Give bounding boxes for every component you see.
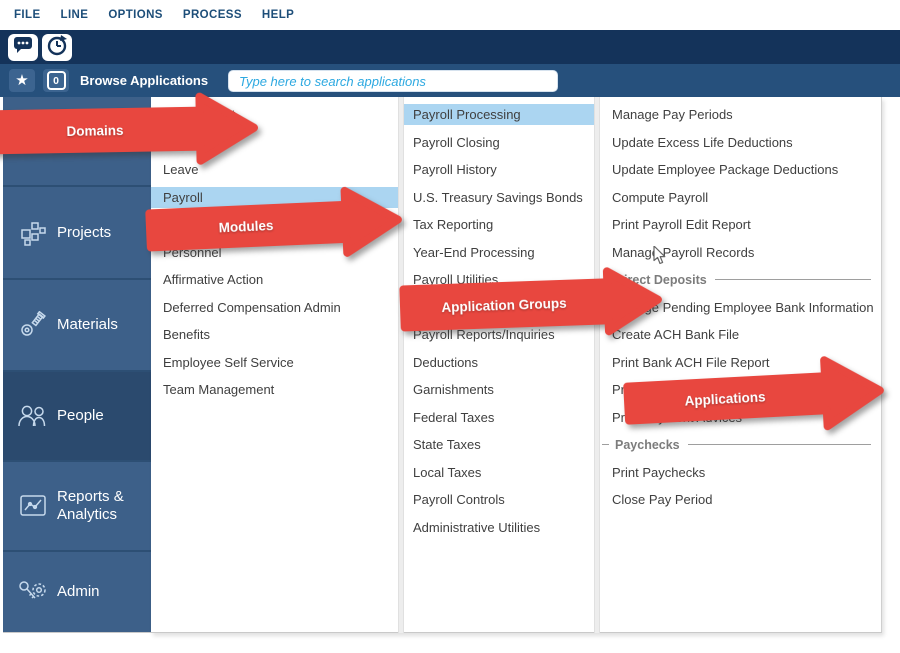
app-group-item[interactable]: Tax Reporting — [404, 211, 594, 239]
menu-process[interactable]: PROCESS — [183, 9, 242, 21]
separator-label: Paychecks — [615, 438, 680, 452]
module-item[interactable]: Deferred Compensation Admin — [151, 294, 398, 322]
app-window: FILE LINE OPTIONS PROCESS HELP — [0, 0, 900, 653]
menu-help[interactable]: HELP — [262, 9, 294, 21]
reports-chart-icon — [15, 488, 51, 524]
menu-line[interactable]: LINE — [61, 9, 89, 21]
sidebar-item-projects[interactable]: Projects — [3, 187, 151, 280]
module-item[interactable]: Employee Self Service — [151, 349, 398, 377]
recent-activity-button[interactable] — [42, 34, 72, 61]
arrow-label: Application Groups — [399, 278, 608, 331]
app-group-item[interactable]: Payroll Controls — [404, 486, 594, 514]
application-item[interactable]: Print Payroll Edit Report — [600, 211, 881, 239]
admin-key-gear-icon — [15, 574, 51, 610]
sidebar-item-label: Reports & Analytics — [57, 488, 149, 524]
application-item[interactable]: Update Excess Life Deductions — [600, 129, 881, 157]
messages-icon — [11, 33, 35, 62]
recent-count-button[interactable]: 0 — [43, 69, 69, 92]
application-item[interactable]: Update Employee Package Deductions — [600, 156, 881, 184]
materials-icon — [15, 307, 51, 343]
app-group-item[interactable]: Payroll History — [404, 156, 594, 184]
domains-annotation-arrow: Domains — [0, 92, 259, 169]
menubar: FILE LINE OPTIONS PROCESS HELP — [0, 0, 900, 30]
favorites-button[interactable]: ★ — [9, 69, 35, 92]
modules-panel: Employment Leave Payroll Personnel Affir… — [151, 97, 398, 633]
module-item[interactable]: Team Management — [151, 376, 398, 404]
separator-line — [715, 279, 871, 280]
sidebar-item-label: Projects — [57, 224, 111, 242]
separator-dash — [602, 444, 609, 445]
application-groups-panel: Payroll Processing Payroll Closing Payro… — [404, 97, 594, 633]
sidebar-item-reports-analytics[interactable]: Reports & Analytics — [3, 462, 151, 552]
app-group-item[interactable]: Garnishments — [404, 376, 594, 404]
sidebar-item-materials[interactable]: Materials — [3, 280, 151, 372]
separator-line — [688, 444, 871, 445]
browse-toolbar: ★ 0 Browse Applications — [0, 64, 900, 97]
modules-annotation-arrow: Modules — [145, 184, 404, 265]
sidebar-item-admin[interactable]: Admin — [3, 552, 151, 631]
menu-file[interactable]: FILE — [14, 9, 41, 21]
projects-icon — [15, 215, 51, 251]
recent-activity-clock-icon — [45, 33, 69, 62]
arrow-label: Modules — [145, 201, 347, 252]
app-group-item[interactable]: Deductions — [404, 349, 594, 377]
menu-options[interactable]: OPTIONS — [108, 9, 163, 21]
application-search-input[interactable] — [228, 70, 558, 92]
people-icon — [15, 398, 51, 434]
sidebar-item-people[interactable]: People — [3, 372, 151, 462]
mouse-cursor-icon — [653, 246, 667, 271]
sidebar-item-label: People — [57, 407, 104, 425]
recent-count-badge: 0 — [47, 71, 66, 90]
arrow-label: Domains — [0, 107, 200, 155]
app-group-item[interactable]: Year-End Processing — [404, 239, 594, 267]
application-item[interactable]: Manage Pay Periods — [600, 101, 881, 129]
star-icon: ★ — [15, 73, 28, 88]
application-item[interactable]: Print Paychecks — [600, 459, 881, 487]
app-group-item[interactable]: Local Taxes — [404, 459, 594, 487]
application-item[interactable]: Manage Payroll Records — [600, 239, 881, 267]
sidebar-item-label: Materials — [57, 316, 118, 334]
domains-sidebar: ×|= Projects — [3, 97, 151, 633]
app-group-item-payroll-processing[interactable]: Payroll Processing — [404, 101, 594, 129]
app-group-item[interactable]: Administrative Utilities — [404, 514, 594, 542]
app-group-item[interactable]: U.S. Treasury Savings Bonds — [404, 184, 594, 212]
messages-button[interactable] — [8, 34, 38, 61]
module-item[interactable]: Affirmative Action — [151, 266, 398, 294]
application-item[interactable]: Compute Payroll — [600, 184, 881, 212]
module-item[interactable]: Benefits — [151, 321, 398, 349]
application-groups-annotation-arrow: Application Groups — [399, 265, 663, 342]
app-group-item[interactable]: Federal Taxes — [404, 404, 594, 432]
app-group-item[interactable]: Payroll Closing — [404, 129, 594, 157]
main-toolbar — [0, 30, 900, 64]
application-item[interactable]: Close Pay Period — [600, 486, 881, 514]
applications-annotation-arrow: Applications — [622, 353, 886, 441]
sidebar-item-label: Admin — [57, 583, 100, 601]
app-group-item[interactable]: State Taxes — [404, 431, 594, 459]
